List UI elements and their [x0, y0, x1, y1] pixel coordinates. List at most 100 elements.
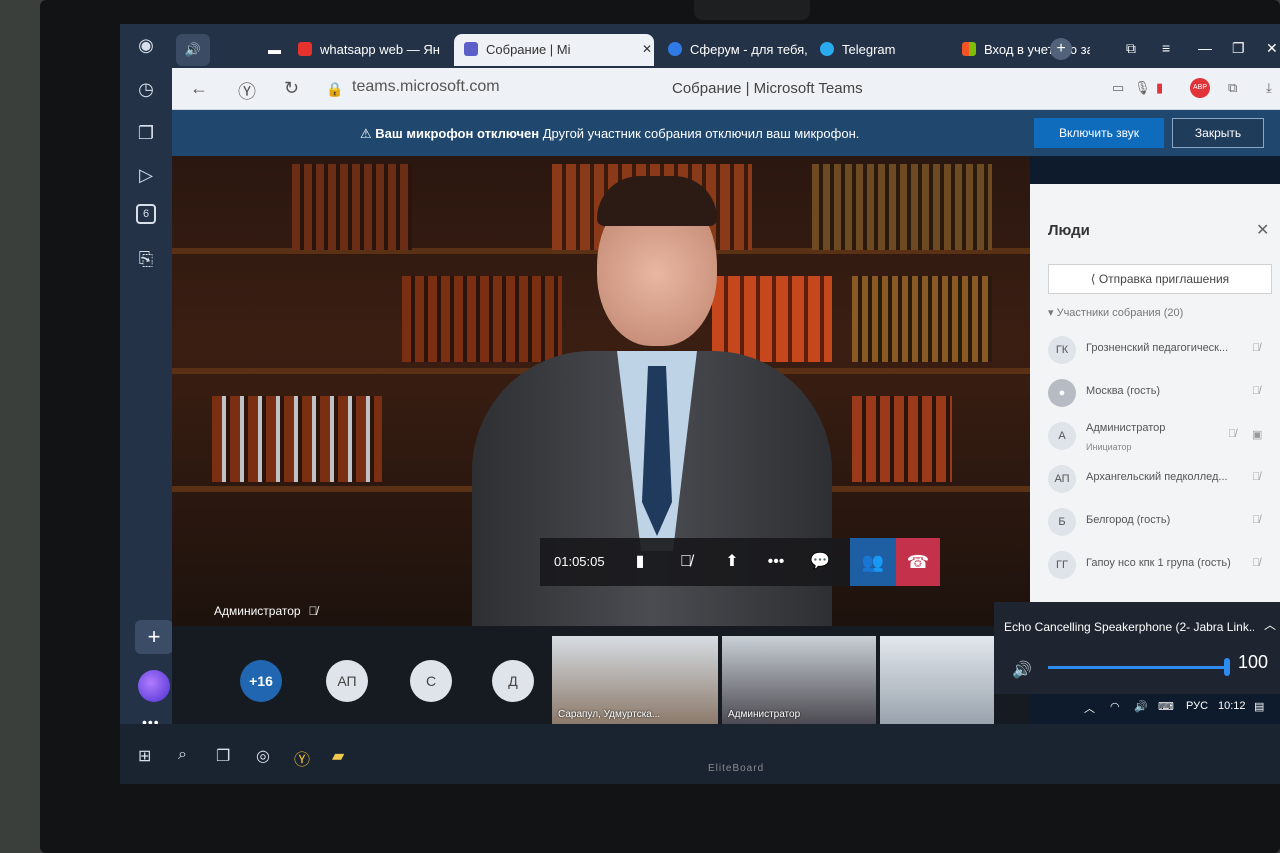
clock[interactable]: 10:12	[1218, 700, 1246, 712]
screen: ◉ ◷ ❐ ▷ 6 ⎘ + ••• 🔊 ▬ whatsapp web — Ян …	[120, 24, 1280, 784]
minimize-icon[interactable]: —	[1198, 40, 1212, 56]
volume-handle[interactable]	[1224, 658, 1230, 676]
participant-row[interactable]: Б Белгород (гость) 🎙̸	[1048, 506, 1278, 540]
chrome-icon[interactable]: ◎	[256, 746, 270, 766]
mic-off-icon: 🎙̸	[308, 604, 318, 618]
window-close-icon[interactable]: ✕	[1266, 40, 1278, 57]
video-thumbnail[interactable]	[880, 636, 994, 724]
chat-icon[interactable]: ▬	[268, 34, 290, 66]
people-panel: Люди ✕ ⟨ Отправка приглашения ▾ Участник…	[1030, 184, 1280, 626]
chat-bubble-icon[interactable]: 💬	[808, 550, 832, 574]
language-indicator[interactable]: РУС	[1186, 700, 1208, 712]
menu-icon[interactable]: ≡	[1162, 40, 1170, 56]
close-icon[interactable]: ✕	[1256, 220, 1269, 240]
chevron-up-icon[interactable]: ︿	[1264, 616, 1276, 633]
hang-up-button[interactable]: ☎	[896, 538, 940, 586]
camera-permission-icon[interactable]: ▭	[1112, 80, 1124, 96]
back-icon[interactable]: ←	[190, 78, 208, 99]
mic-muted-banner: ⚠ Ваш микрофон отключен Другой участник …	[172, 110, 1280, 156]
teams-favicon-icon	[464, 42, 478, 56]
more-actions-icon[interactable]: •••	[764, 550, 788, 574]
tab-whatsapp[interactable]: whatsapp web — Ян	[298, 34, 450, 66]
file-explorer-icon[interactable]: ▰	[332, 746, 344, 766]
participant-row[interactable]: А Администратор Инициатор 🎙̸ ▣	[1048, 420, 1278, 454]
banner-title: Ваш микрофон отключен	[375, 126, 540, 141]
people-panel-title: Люди	[1048, 222, 1090, 239]
microsoft-favicon-icon	[962, 42, 976, 56]
participant-avatar[interactable]: АП	[326, 660, 368, 702]
video-thumbnail[interactable]: Администратор	[722, 636, 876, 724]
participant-role: Инициатор	[1086, 442, 1132, 452]
speaker-icon[interactable]: 🔊	[1012, 660, 1032, 680]
new-tab-button[interactable]: +	[1050, 38, 1072, 60]
sound-toggle-icon[interactable]: 🔊	[176, 34, 210, 66]
unmute-button[interactable]: Включить звук	[1034, 118, 1164, 148]
task-view-icon[interactable]: ❐	[216, 746, 230, 766]
participant-avatar[interactable]: С	[410, 660, 452, 702]
voice-assistant-icon[interactable]	[138, 670, 170, 702]
tab-teams[interactable]: Собрание | Mi	[454, 34, 654, 66]
screenshot-icon[interactable]: ⎘	[133, 246, 159, 272]
url-field[interactable]: teams.microsoft.com	[352, 78, 500, 96]
lock-icon: 🔒	[326, 81, 344, 97]
tab-count-badge[interactable]: 6	[136, 204, 156, 224]
participants-header[interactable]: ▾ Участники собрания (20)	[1048, 306, 1183, 319]
share-icon: ⟨	[1090, 272, 1099, 286]
keyboard-icon[interactable]: ⌨	[1158, 700, 1174, 713]
profile-icon[interactable]: ◉	[133, 32, 159, 58]
tab-sferum[interactable]: Сферум - для тебя,	[668, 34, 812, 66]
bookmark-icon[interactable]: ▮	[1156, 80, 1163, 96]
volume-slider[interactable]	[1048, 658, 1230, 676]
extensions-icon[interactable]: ⧉	[1228, 80, 1237, 96]
webcam	[694, 0, 810, 20]
close-banner-button[interactable]: Закрыть	[1172, 118, 1264, 148]
tray-chevron-icon[interactable]: ︿	[1084, 700, 1095, 716]
participant-row[interactable]: ГК Грозненский педагогическ... 🎙̸	[1048, 334, 1278, 368]
mic-permission-icon[interactable]: 🎙	[1134, 80, 1151, 96]
camera-icon[interactable]: ▮	[628, 550, 652, 574]
mic-off-button-icon[interactable]: 🎙̸	[674, 550, 698, 574]
participant-name: Грозненский педагогическ...	[1086, 342, 1229, 354]
participants-count: Участники собрания (20)	[1056, 307, 1184, 319]
participant-name: Администратор	[1086, 422, 1166, 434]
banner-message: ⚠ Ваш микрофон отключен Другой участник …	[360, 126, 859, 142]
participant-name: Архангельский педколлед...	[1086, 471, 1228, 483]
audio-device-name[interactable]: Echo Cancelling Speakerphone (2- Jabra L…	[1004, 620, 1254, 634]
tab-telegram[interactable]: Telegram	[820, 34, 948, 66]
bookmarks-icon[interactable]: ⧉	[1126, 40, 1136, 57]
search-icon[interactable]: ⌕	[178, 746, 187, 764]
tab-close-icon[interactable]: ✕	[642, 42, 652, 56]
banner-body: Другой участник собрания отключил ваш ми…	[542, 126, 860, 141]
address-bar: ← Ⓨ ↻ 🔒 teams.microsoft.com Собрание | M…	[172, 68, 1280, 110]
collections-icon[interactable]: ❐	[133, 120, 159, 146]
participant-row[interactable]: ГГ Гапоу нсо кпк 1 група (гость) 🎙̸	[1048, 549, 1278, 583]
maximize-icon[interactable]: ❐	[1232, 40, 1245, 57]
send-invite-button[interactable]: ⟨ Отправка приглашения	[1048, 264, 1272, 294]
share-screen-icon[interactable]: ⬆	[720, 550, 744, 574]
history-icon[interactable]: ◷	[133, 76, 159, 102]
device-brand: EliteBoard	[708, 763, 765, 774]
participant-row[interactable]: АП Архангельский педколлед... 🎙̸	[1048, 463, 1278, 497]
play-icon[interactable]: ▷	[133, 162, 159, 188]
people-button[interactable]: 👥	[850, 538, 896, 586]
avatar: АП	[1048, 465, 1076, 493]
reload-icon[interactable]: ↻	[284, 78, 299, 99]
participant-row[interactable]: ● Москва (гость) 🎙̸	[1048, 377, 1278, 411]
books	[852, 276, 992, 362]
video-thumbnail[interactable]: Сарапул, Удмуртска...	[552, 636, 718, 724]
download-icon[interactable]: ⤓	[1266, 80, 1272, 96]
windows-start-icon[interactable]: ⊞	[138, 746, 151, 766]
adblock-icon[interactable]: ABP	[1190, 78, 1210, 98]
notifications-icon[interactable]: ▤	[1254, 700, 1264, 713]
participant-avatar[interactable]: Д	[492, 660, 534, 702]
avatar: ГГ	[1048, 551, 1076, 579]
wifi-icon[interactable]: ◠	[1110, 700, 1120, 713]
more-participants-button[interactable]: +16	[240, 660, 282, 702]
mic-off-icon: 🎙̸	[1252, 557, 1261, 569]
speaker-name-label: Администратор 🎙̸	[214, 604, 318, 618]
mic-off-icon: 🎙̸	[1252, 342, 1261, 354]
add-panel-button[interactable]: +	[135, 620, 173, 654]
yandex-home-icon[interactable]: Ⓨ	[238, 78, 256, 104]
yandex-browser-icon[interactable]: Ⓨ	[294, 746, 310, 770]
volume-tray-icon[interactable]: 🔊	[1134, 700, 1148, 713]
